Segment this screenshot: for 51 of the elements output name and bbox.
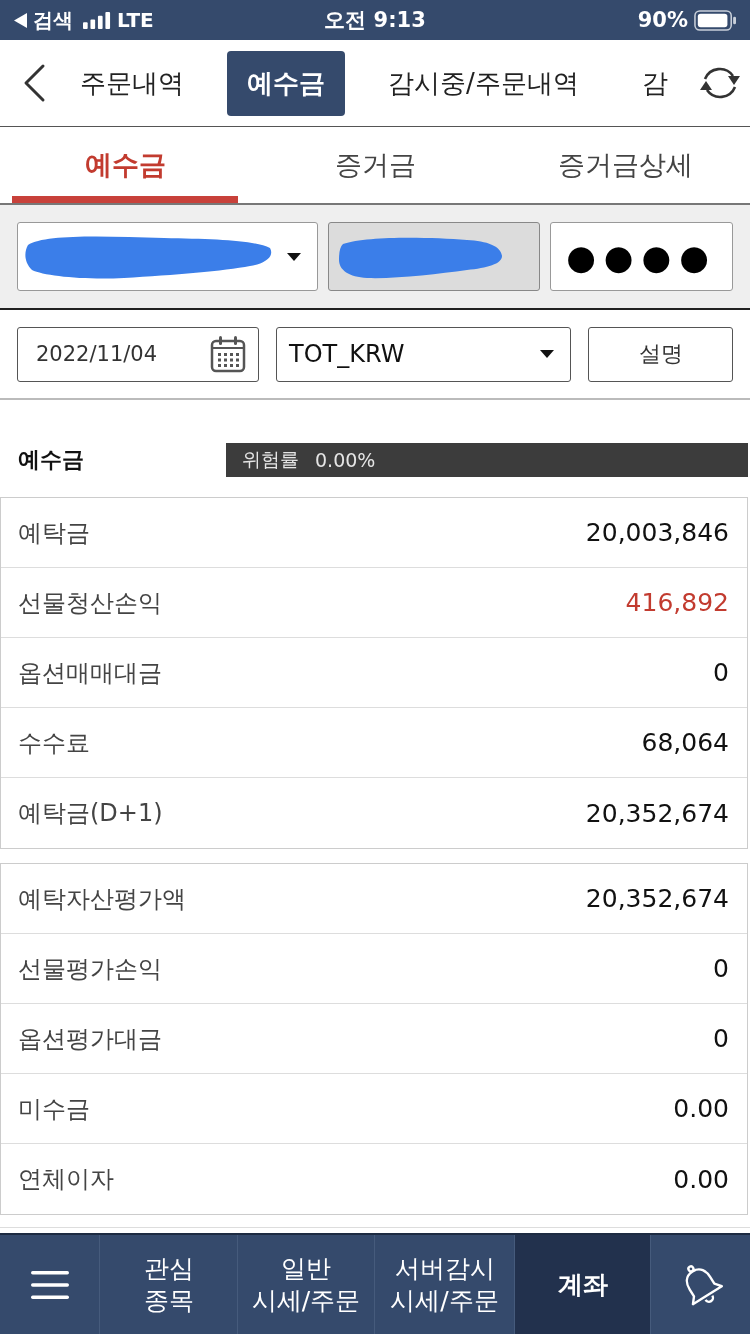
currency-value: TOT_KRW xyxy=(289,340,405,368)
menu-tab[interactable]: 감 xyxy=(621,50,688,116)
row-value: 0 xyxy=(713,954,729,983)
risk-rate-label: 위험률 xyxy=(242,446,299,472)
back-app-label[interactable]: 검색 xyxy=(33,6,73,34)
row-value: 20,352,674 xyxy=(585,798,729,828)
chevron-left-icon xyxy=(22,63,46,103)
row-value: 20,352,674 xyxy=(585,884,729,913)
menu-tab[interactable]: 예수금 xyxy=(227,50,345,116)
row-label: 선물청산손익 xyxy=(18,587,162,619)
row-label: 옵션매매대금 xyxy=(18,657,162,689)
battery-icon xyxy=(694,9,736,31)
menu-icon xyxy=(30,1269,69,1300)
signal-icon xyxy=(83,11,111,29)
explain-button[interactable]: 설명 xyxy=(588,326,733,382)
risk-rate-value: 0.00% xyxy=(315,448,376,471)
row-label: 예탁금 xyxy=(18,517,90,549)
bottom-nav-item[interactable]: 관심 종목 xyxy=(100,1235,238,1334)
row-label: 선물평가손익 xyxy=(18,953,162,985)
row-label: 수수료 xyxy=(18,727,90,759)
caret-icon xyxy=(540,350,554,358)
row-label: 예탁자산평가액 xyxy=(18,883,186,915)
caret-icon xyxy=(287,252,301,261)
row-value: 20,003,846 xyxy=(585,518,729,547)
row-label: 예탁금(D+1) xyxy=(18,798,163,829)
row-value: 68,064 xyxy=(641,728,729,757)
network-label: LTE xyxy=(117,8,154,32)
sub-tab[interactable]: 증거금 xyxy=(262,127,488,203)
bottom-nav-item[interactable]: 계좌 xyxy=(515,1235,651,1334)
bottom-nav-item[interactable]: 일반 시세/주문 xyxy=(238,1235,375,1334)
row-value: 416,892 xyxy=(625,588,729,617)
date-field[interactable]: 2022/11/04 xyxy=(17,326,259,382)
row-label: 연체이자 xyxy=(18,1164,114,1195)
row-value: 0 xyxy=(713,1024,729,1053)
account-dropdown[interactable] xyxy=(17,222,318,291)
row-value: 0.00 xyxy=(673,1164,729,1194)
back-triangle-icon[interactable] xyxy=(14,12,27,28)
row-label: 미수금 xyxy=(18,1093,90,1125)
row-value: 0 xyxy=(713,658,729,687)
section-title: 예수금 xyxy=(18,445,85,474)
sub-tab[interactable]: 증거금상세 xyxy=(512,127,738,203)
row-label: 옵션평가대금 xyxy=(18,1023,162,1055)
currency-dropdown[interactable]: TOT_KRW xyxy=(276,326,571,382)
clock-time: 오전 9:13 xyxy=(324,7,426,34)
date-value: 2022/11/04 xyxy=(36,342,158,366)
row-value: 0.00 xyxy=(673,1094,729,1123)
password-field[interactable]: ●●●● xyxy=(550,222,733,291)
battery-percent: 90% xyxy=(637,8,688,32)
calendar-icon[interactable] xyxy=(210,335,246,373)
menu-tab[interactable]: 감시중/주문내역 xyxy=(368,50,599,116)
menu-tab[interactable]: 주문내역 xyxy=(60,50,204,116)
